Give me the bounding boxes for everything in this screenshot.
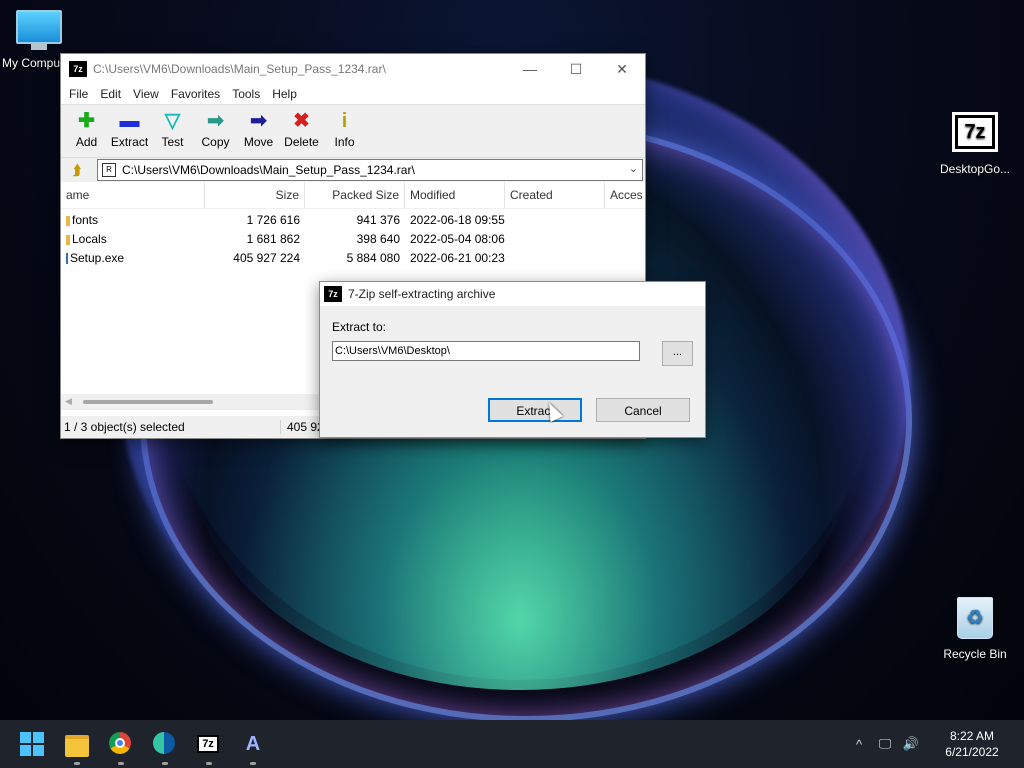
recycle-bin-icon: ♻	[957, 597, 993, 639]
column-packed-size[interactable]: Packed Size	[305, 182, 405, 208]
path-combobox[interactable]: R C:\Users\VM6\Downloads\Main_Setup_Pass…	[97, 159, 643, 181]
add-icon: ✚	[78, 110, 95, 132]
file-size: 1 681 862	[246, 232, 300, 246]
extract-button[interactable]: ▬ Extract	[108, 105, 151, 157]
dialog-title: 7-Zip self-extracting archive	[348, 287, 496, 301]
edge-icon[interactable]	[153, 732, 177, 756]
windows-start-icon[interactable]	[20, 732, 44, 756]
desktop-icon-desktopgo[interactable]: 7z DesktopGo...	[935, 112, 1015, 176]
info-button[interactable]: i Info	[323, 105, 366, 157]
file-row-setup-exe[interactable]: Setup.exe 405 927 224 5 884 080 2022-06-…	[61, 249, 645, 268]
desktop-icon-label: Recycle Bin	[943, 647, 1007, 661]
column-accessed[interactable]: Acces	[605, 182, 645, 208]
network-icon[interactable]: 🖵	[874, 736, 896, 752]
move-button[interactable]: ➡ Move	[237, 105, 280, 157]
7zip-icon[interactable]: 7z	[197, 732, 221, 756]
toolbar: ✚ Add ▬ Extract ▽ Test ➡ Copy ➡ Move ✖ D…	[61, 104, 645, 157]
menu-tools[interactable]: Tools	[226, 87, 266, 101]
app-icon[interactable]: A	[241, 732, 265, 756]
file-packed-size: 941 376	[356, 213, 400, 227]
path-text: C:\Users\VM6\Downloads\Main_Setup_Pass_1…	[122, 163, 415, 177]
executable-icon	[66, 253, 68, 265]
test-button[interactable]: ▽ Test	[151, 105, 194, 157]
file-size: 1 726 616	[246, 213, 300, 227]
scroll-left-icon[interactable]: ◀	[65, 396, 72, 407]
extract-button[interactable]: Extract	[488, 398, 582, 422]
taskbar: 7z A ^ 🖵 🔊 8:22 AM 6/21/2022	[0, 720, 1024, 768]
menu-help[interactable]: Help	[266, 87, 303, 101]
file-name: fonts	[72, 213, 99, 227]
file-name: Locals	[72, 232, 107, 246]
archive-icon: R	[102, 163, 116, 177]
chevron-down-icon[interactable]: ⌄	[629, 162, 638, 175]
file-modified: 2022-06-18 09:55	[410, 213, 505, 227]
extract-path-input[interactable]	[332, 341, 640, 361]
dialog-titlebar[interactable]: 7z 7-Zip self-extracting archive	[320, 282, 705, 306]
copy-icon: ➡	[207, 110, 224, 132]
file-created	[505, 249, 605, 268]
delete-icon: ✖	[293, 110, 310, 132]
clock-date: 6/21/2022	[945, 745, 999, 759]
list-header: ame Size Packed Size Modified Created Ac…	[61, 182, 645, 209]
up-folder-icon[interactable]: ⮭	[65, 160, 89, 180]
system-tray: ^ 🖵 🔊 8:22 AM 6/21/2022	[848, 720, 1024, 768]
file-created	[505, 230, 605, 249]
menu-view[interactable]: View	[127, 87, 165, 101]
delete-button[interactable]: ✖ Delete	[280, 105, 323, 157]
copy-button[interactable]: ➡ Copy	[194, 105, 237, 157]
cancel-button[interactable]: Cancel	[596, 398, 690, 422]
file-packed-size: 5 884 080	[346, 251, 400, 265]
minimize-button[interactable]: —	[507, 54, 553, 84]
file-row-fonts[interactable]: fonts 1 726 616 941 376 2022-06-18 09:55	[61, 211, 645, 230]
browse-button[interactable]: ...	[662, 341, 693, 366]
add-button[interactable]: ✚ Add	[65, 105, 108, 157]
file-packed-size: 398 640	[356, 232, 400, 246]
menu-edit[interactable]: Edit	[94, 87, 127, 101]
file-row-locals[interactable]: Locals 1 681 862 398 640 2022-05-04 08:0…	[61, 230, 645, 249]
folder-icon	[66, 215, 70, 226]
7zip-app-icon: 7z	[324, 286, 342, 302]
menu-bar: File Edit View Favorites Tools Help	[61, 84, 645, 104]
chevron-up-icon[interactable]: ^	[848, 737, 870, 752]
file-created	[505, 211, 605, 230]
test-icon: ▽	[164, 110, 181, 132]
file-name: Setup.exe	[70, 251, 125, 265]
close-button[interactable]: ✕	[599, 54, 645, 84]
window-title: C:\Users\VM6\Downloads\Main_Setup_Pass_1…	[93, 62, 386, 76]
clock[interactable]: 8:22 AM 6/21/2022	[932, 728, 1012, 760]
selection-status: 1 / 3 object(s) selected	[61, 420, 281, 434]
extract-to-label: Extract to:	[332, 320, 387, 334]
volume-icon[interactable]: 🔊	[900, 736, 922, 752]
file-modified: 2022-06-21 00:23	[410, 251, 505, 265]
scrollbar-thumb[interactable]	[83, 400, 213, 404]
column-modified[interactable]: Modified	[405, 182, 505, 208]
file-modified: 2022-05-04 08:06	[410, 232, 505, 246]
menu-favorites[interactable]: Favorites	[165, 87, 226, 101]
folder-icon	[66, 234, 70, 245]
sfx-extract-dialog[interactable]: 7z 7-Zip self-extracting archive Extract…	[319, 281, 706, 438]
menu-file[interactable]: File	[63, 87, 94, 101]
clock-time: 8:22 AM	[949, 729, 995, 743]
desktop-icon-recycle-bin[interactable]: ♻ Recycle Bin	[935, 597, 1015, 661]
desktop-icon-label: DesktopGo...	[939, 162, 1011, 176]
chrome-icon[interactable]	[109, 732, 133, 756]
folder-icon[interactable]	[65, 732, 89, 757]
window-titlebar[interactable]: 7z C:\Users\VM6\Downloads\Main_Setup_Pas…	[61, 54, 645, 84]
column-size[interactable]: Size	[205, 182, 305, 208]
7zip-icon: 7z	[952, 112, 998, 152]
address-bar: ⮭ R C:\Users\VM6\Downloads\Main_Setup_Pa…	[61, 157, 645, 182]
file-size: 405 927 224	[233, 251, 300, 265]
move-icon: ➡	[250, 110, 267, 132]
column-name[interactable]: ame	[61, 182, 205, 208]
extract-icon: ▬	[119, 110, 140, 132]
7zip-app-icon: 7z	[69, 61, 87, 77]
column-created[interactable]: Created	[505, 182, 605, 208]
info-icon: i	[341, 110, 348, 132]
monitor-icon	[16, 10, 62, 44]
maximize-button[interactable]: ☐	[553, 54, 599, 84]
